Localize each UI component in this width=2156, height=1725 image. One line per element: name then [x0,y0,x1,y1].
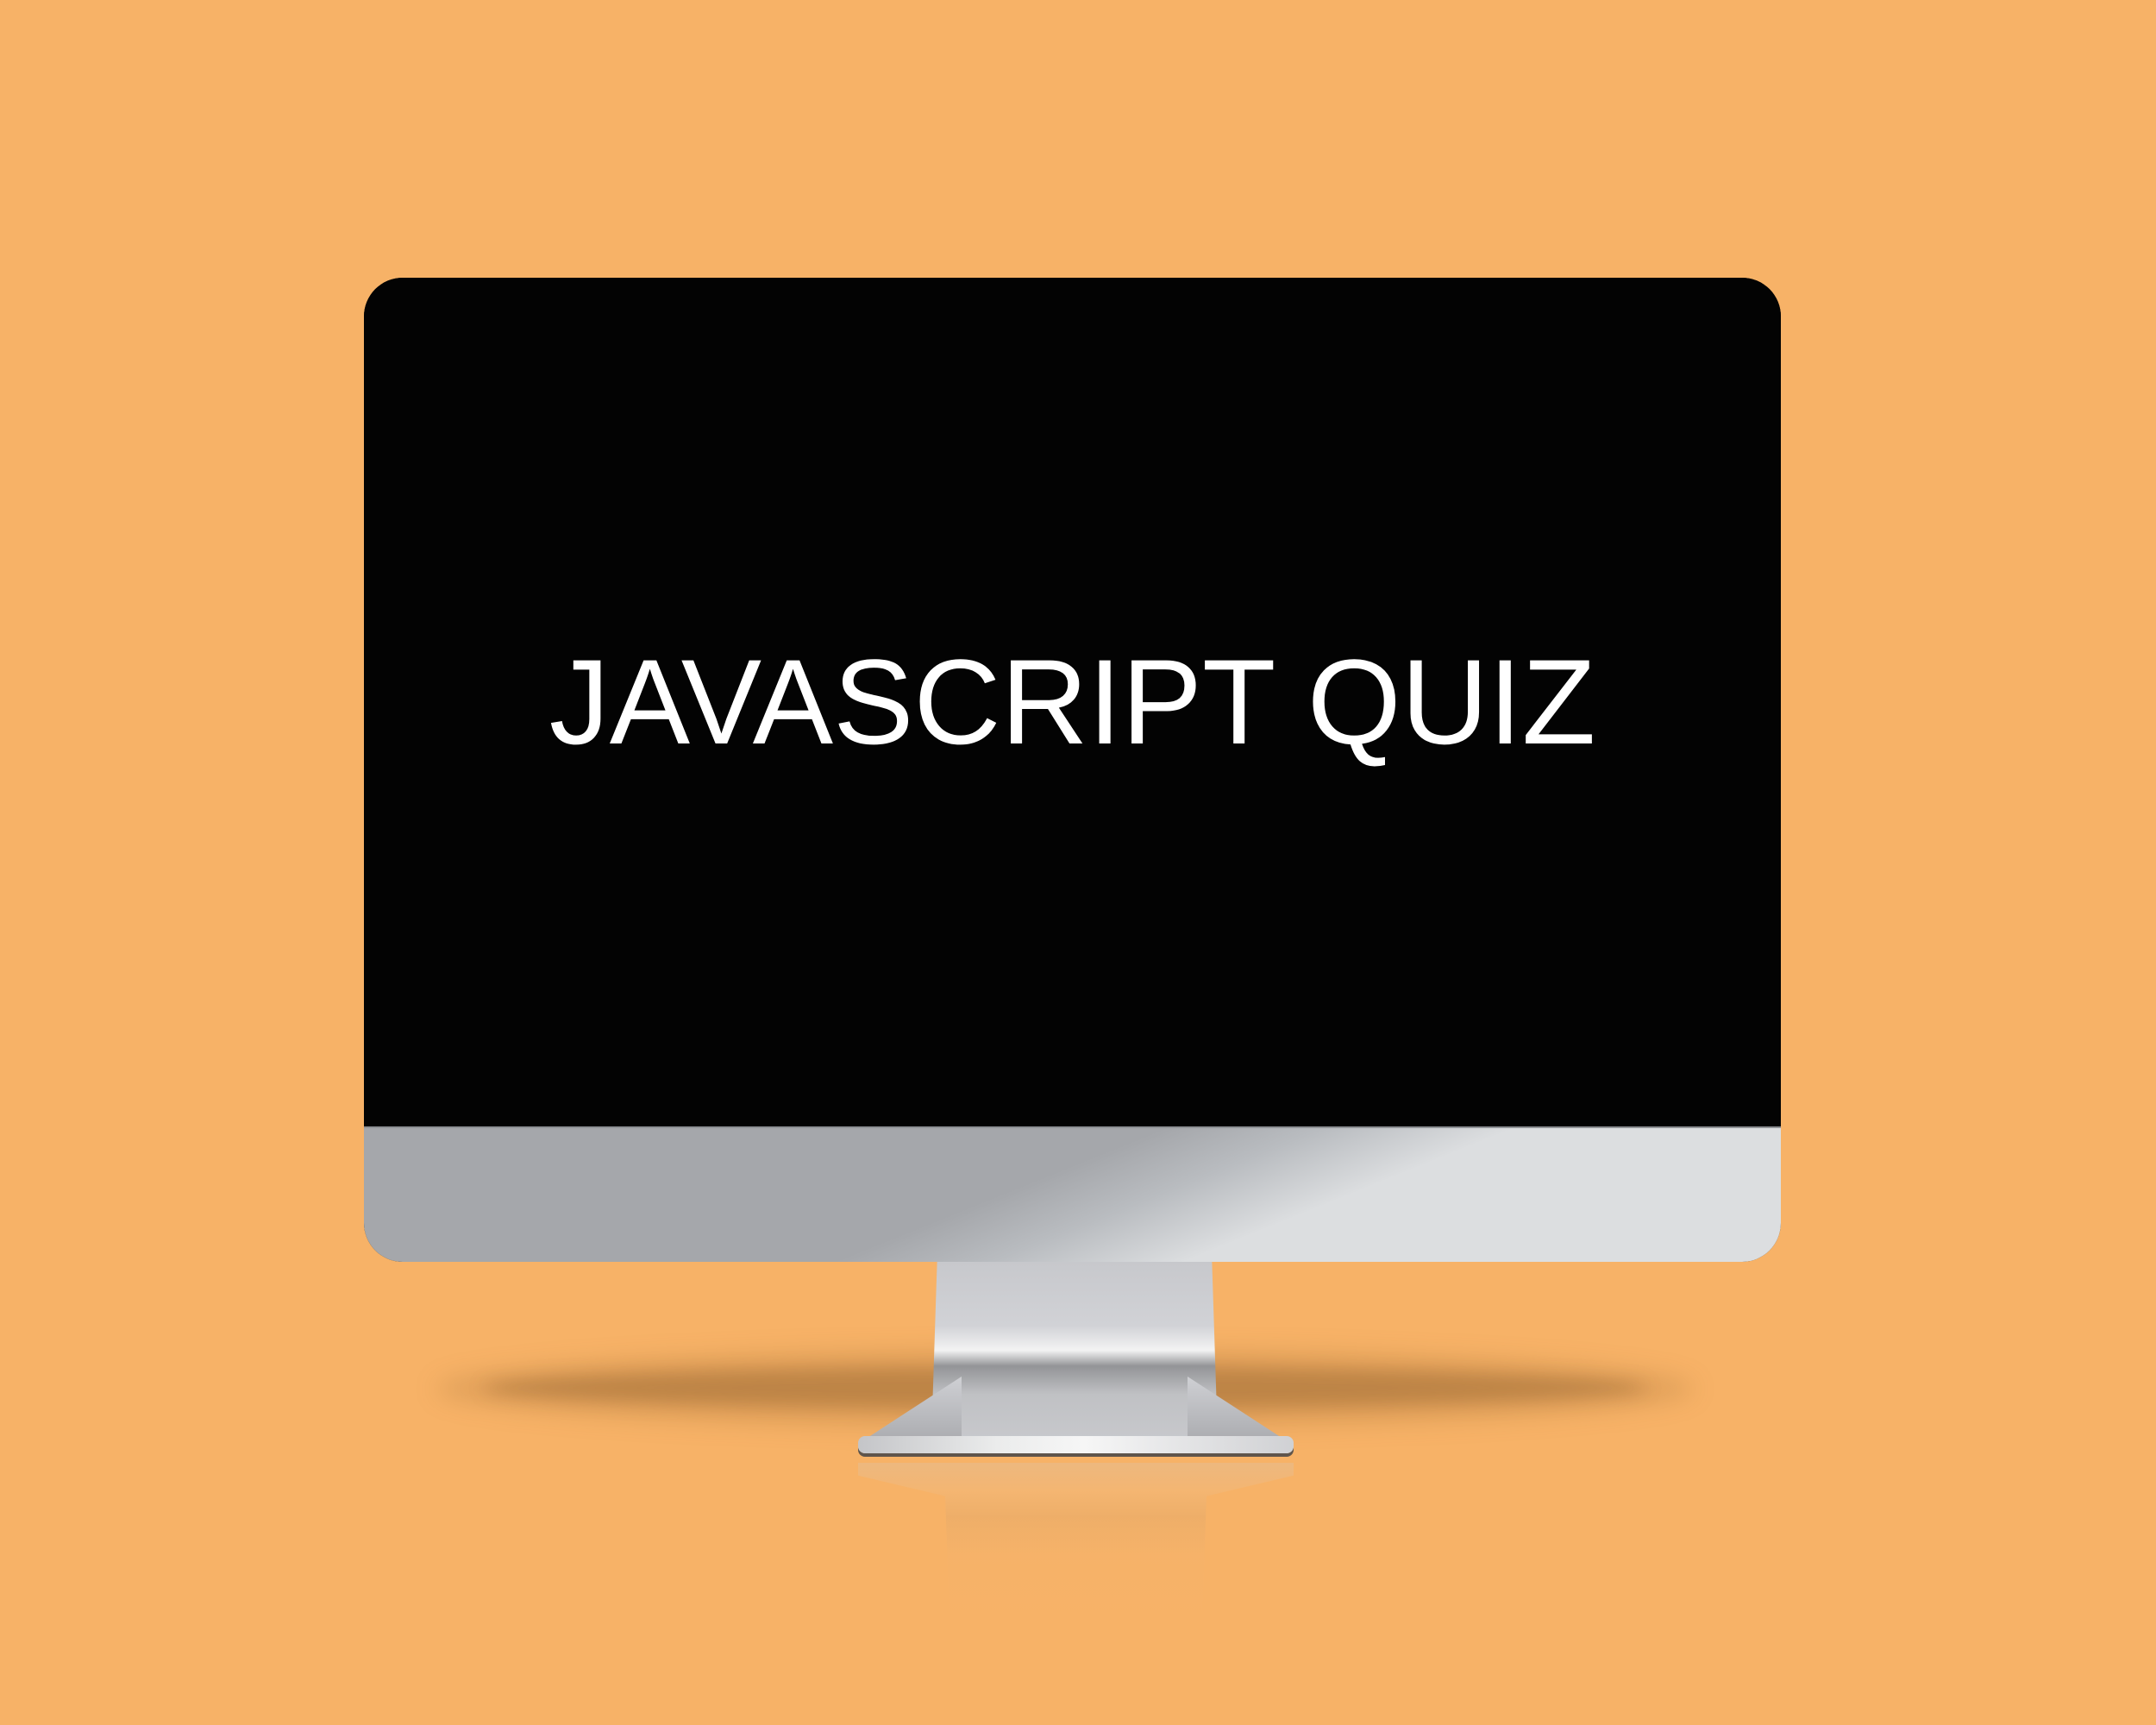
monitor-screen: JAVASCRIPT QUIZ [364,278,1781,1126]
monitor-chin [364,1126,1781,1262]
screen-title: JAVASCRIPT QUIZ [548,634,1596,769]
chin-divider [364,1126,1781,1128]
monitor: JAVASCRIPT QUIZ [364,278,1781,1262]
stand-reflection [858,1463,1294,1622]
monitor-stand [931,1262,1218,1439]
monitor-base [858,1436,1294,1453]
